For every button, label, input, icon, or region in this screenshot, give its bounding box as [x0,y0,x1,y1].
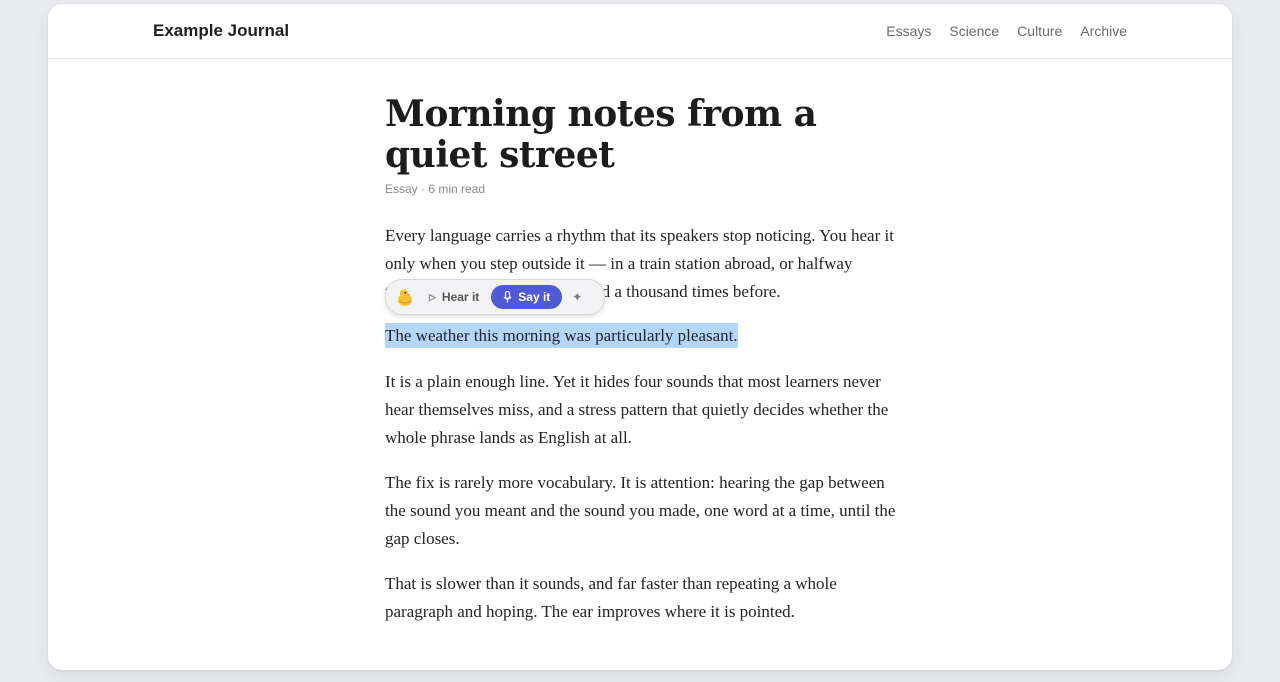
nav-link-science[interactable]: Science [949,23,999,39]
main-nav: Essays Science Culture Archive [886,23,1127,39]
article-meta: Essay · 6 min read [385,182,486,196]
article-paragraph-4: That is slower than it sounds, and far f… [385,574,837,621]
nav-link-archive[interactable]: Archive [1080,23,1127,39]
pronunciation-toolbar: ▷ Hear it Say it ✦ [385,279,605,315]
browser-window: Example Journal Essays Science Culture A… [48,4,1232,670]
play-icon: ▷ [429,291,436,302]
selected-sentence[interactable]: The weather this morning was particularl… [385,323,738,348]
sparkle-icon[interactable]: ✦ [572,290,582,304]
site-header: Example Journal Essays Science Culture A… [48,4,1232,59]
hear-it-label: Hear it [441,290,480,304]
article-paragraph-2: It is a plain enough line. Yet it hides … [385,372,889,447]
hear-it-button[interactable]: ▷ Hear it [429,290,479,304]
article: Morning notes from a quiet street Essay … [385,93,905,621]
article-paragraph-3: The fix is rarely more vocabulary. It is… [385,473,896,548]
selected-sentence-line: The weather this morning was particularl… [385,322,738,350]
say-it-label: Say it [518,290,551,304]
duck-mascot-icon[interactable] [395,287,415,307]
article-title: Morning notes from a quiet street [385,93,817,176]
nav-link-essays[interactable]: Essays [886,23,931,39]
nav-link-culture[interactable]: Culture [1017,23,1062,39]
site-brand[interactable]: Example Journal [153,21,289,41]
say-it-button[interactable]: Say it [491,285,563,309]
microphone-icon [503,291,512,303]
